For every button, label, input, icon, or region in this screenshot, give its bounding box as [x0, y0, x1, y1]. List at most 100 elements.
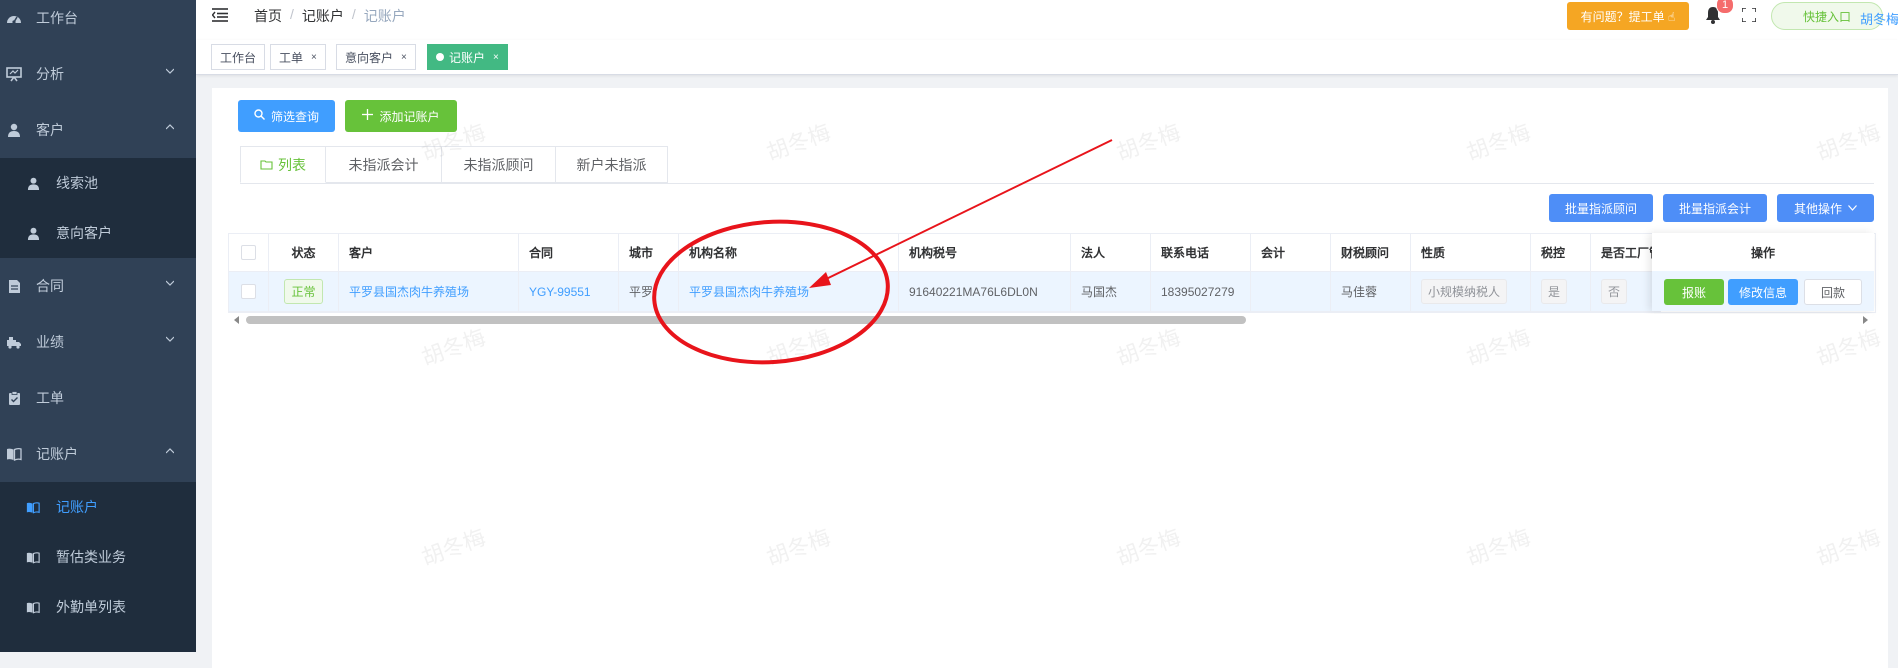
sidebar-item-label: 工单	[36, 390, 64, 406]
filter-query-label: 筛选查询	[270, 109, 319, 124]
chevron-down-icon	[1848, 205, 1857, 211]
sidebar-item-field-orders[interactable]: 外勤单列表	[0, 582, 196, 632]
folder-icon	[260, 157, 273, 173]
col-accountant: 会计	[1251, 234, 1331, 272]
sidebar-item-accounts-list[interactable]: 记账户	[0, 482, 196, 532]
row-select-cell	[229, 272, 269, 312]
col-city: 城市	[619, 234, 679, 272]
sidebar-item-label: 记账户	[56, 499, 98, 515]
operations-cell: 报账 修改信息 回款	[1652, 271, 1874, 311]
sidebar-item-estimate[interactable]: 暂估类业务	[0, 532, 196, 582]
city-cell: 平罗	[619, 272, 679, 312]
customer-link[interactable]: 平罗县国杰肉牛养殖场	[349, 283, 469, 300]
sidebar-item-contract[interactable]: 合同	[0, 258, 196, 314]
tags-view: 工作台 工单 × 意向客户 × 记账户 ×	[196, 40, 1898, 75]
batch-assign-advisor-button[interactable]: 批量指派顾问	[1549, 194, 1653, 222]
close-icon[interactable]: ×	[401, 52, 407, 63]
col-status: 状态	[269, 234, 339, 272]
contract-link[interactable]: YGY-99551	[529, 285, 591, 299]
sidebar-item-accounts[interactable]: 记账户	[0, 426, 196, 482]
sidebar-item-label: 分析	[36, 66, 64, 82]
tab-unassigned-advisor[interactable]: 未指派顾问	[442, 146, 556, 183]
nature-cell: 小规模纳税人	[1411, 272, 1531, 312]
customer-submenu: 线索池 意向客户	[0, 158, 196, 258]
dashboard-icon	[6, 10, 22, 26]
reimburse-button[interactable]: 报账	[1664, 279, 1724, 305]
tab-list[interactable]: 列表	[240, 146, 326, 183]
select-all-cell	[229, 234, 269, 272]
sidebar: 工作台 分析 客户 线索池 意向客户 合同 业绩 工单 记账户 记账户 暂估类业…	[0, 0, 196, 652]
close-icon[interactable]: ×	[311, 52, 317, 63]
col-factory: 是否工厂管	[1591, 234, 1661, 272]
add-account-label: 添加记账户	[379, 109, 440, 124]
payment-button[interactable]: 回款	[1804, 279, 1862, 305]
book-icon	[26, 600, 40, 614]
breadcrumb-accounts[interactable]: 记账户	[302, 6, 344, 26]
user-icon	[26, 226, 40, 240]
edit-info-button[interactable]: 修改信息	[1728, 279, 1798, 305]
tag-workorder[interactable]: 工单 ×	[270, 44, 326, 70]
sidebar-item-label: 记账户	[36, 446, 78, 462]
col-legal: 法人	[1071, 234, 1151, 272]
tag-label: 工作台	[220, 50, 257, 65]
tax-control-tag: 是	[1541, 279, 1568, 304]
scroll-right-icon[interactable]	[1863, 316, 1868, 324]
col-nature: 性质	[1411, 234, 1531, 272]
col-operations: 操作	[1652, 233, 1874, 272]
tabs-divider	[240, 183, 1874, 184]
sidebar-item-label: 意向客户	[56, 225, 112, 241]
sidebar-item-customer[interactable]: 客户	[0, 102, 196, 158]
breadcrumb-separator: /	[351, 6, 356, 22]
truck-icon	[6, 334, 22, 350]
book-icon	[26, 550, 40, 564]
breadcrumb-home[interactable]: 首页	[254, 6, 282, 26]
row-checkbox[interactable]	[241, 284, 256, 299]
user-icon	[26, 176, 40, 190]
batch-assign-accountant-button[interactable]: 批量指派会计	[1663, 194, 1767, 222]
filter-query-button[interactable]: 筛选查询	[238, 100, 335, 132]
help-ticket-button[interactable]: 有问题？提工单 ☝	[1567, 2, 1689, 30]
col-phone: 联系电话	[1151, 234, 1251, 272]
tab-new-unassigned[interactable]: 新户未指派	[556, 146, 668, 183]
table-header: 状态 客户 合同 城市 机构名称 机构税号 法人 联系电话 会计 财税顾问 性质…	[229, 234, 1661, 272]
sidebar-item-label: 外勤单列表	[56, 599, 126, 615]
table-scrollbar[interactable]	[230, 314, 1872, 324]
factory-tag: 否	[1601, 279, 1628, 304]
clipboard-icon	[6, 390, 22, 406]
sidebar-item-leads[interactable]: 线索池	[0, 158, 196, 208]
sidebar-item-label: 暂估类业务	[56, 549, 126, 565]
add-account-button[interactable]: 添加记账户	[345, 100, 457, 132]
org-name-link[interactable]: 平罗县国杰肉牛养殖场	[689, 283, 809, 300]
contract-cell: YGY-99551	[519, 272, 619, 312]
scroll-left-icon[interactable]	[234, 316, 239, 324]
legal-cell: 马国杰	[1071, 272, 1151, 312]
org-name-cell: 平罗县国杰肉牛养殖场	[679, 272, 899, 312]
presentation-icon	[6, 66, 22, 82]
other-actions-dropdown[interactable]: 其他操作	[1777, 194, 1874, 222]
sidebar-item-label: 工作台	[36, 10, 78, 26]
col-contract: 合同	[519, 234, 619, 272]
sidebar-item-analysis[interactable]: 分析	[0, 46, 196, 102]
sidebar-item-intended[interactable]: 意向客户	[0, 208, 196, 258]
username[interactable]: 胡冬梅	[1860, 9, 1898, 28]
sidebar-item-workorder[interactable]: 工单	[0, 370, 196, 426]
select-all-checkbox[interactable]	[241, 245, 256, 260]
close-icon[interactable]: ×	[493, 52, 499, 63]
book-icon	[6, 446, 22, 462]
search-icon	[254, 109, 265, 123]
tag-dashboard[interactable]: 工作台	[211, 44, 266, 70]
document-icon	[6, 278, 22, 294]
accounts-submenu: 记账户 暂估类业务 外勤单列表	[0, 482, 196, 652]
fullscreen-icon[interactable]	[1742, 8, 1756, 22]
scroll-thumb[interactable]	[246, 316, 1246, 324]
tax-control-cell: 是	[1531, 272, 1591, 312]
tab-unassigned-accountant[interactable]: 未指派会计	[326, 146, 442, 183]
chevron-down-icon	[166, 280, 174, 286]
tag-intended-customer[interactable]: 意向客户 ×	[336, 44, 416, 70]
tax-no-cell: 91640221MA76L6DL0N	[899, 272, 1071, 312]
table-row[interactable]: 正常 平罗县国杰肉牛养殖场 YGY-99551 平罗 平罗县国杰肉牛养殖场 91…	[229, 272, 1661, 312]
sidebar-item-dashboard[interactable]: 工作台	[0, 0, 196, 46]
sidebar-item-performance[interactable]: 业绩	[0, 314, 196, 370]
hamburger-icon[interactable]	[212, 8, 228, 22]
tag-accounts[interactable]: 记账户 ×	[427, 44, 508, 70]
